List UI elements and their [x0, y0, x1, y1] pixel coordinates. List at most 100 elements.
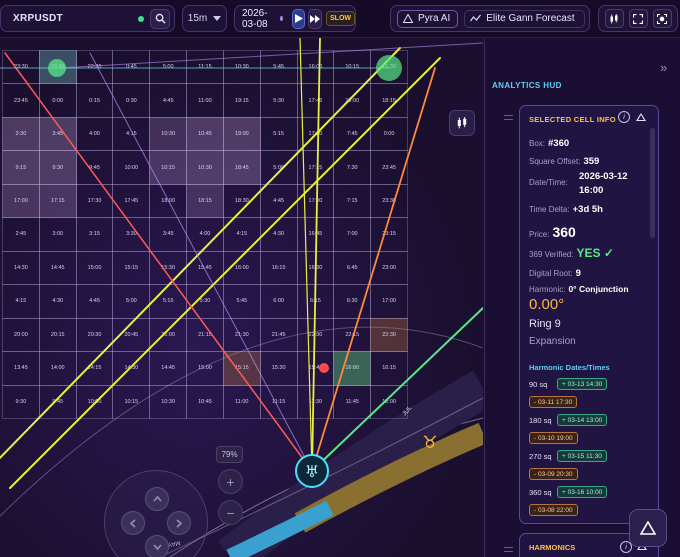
- ai-tools-group: Pyra AI Elite Gann Forecast: [390, 5, 590, 32]
- harmonics-title: HARMONICS: [529, 543, 576, 552]
- box-label: Box:: [529, 139, 546, 148]
- expand-icon: [633, 13, 643, 24]
- double-chevron-right-icon: »: [660, 60, 668, 75]
- harmonic-minus-chip[interactable]: - 03-10 19:00: [529, 432, 578, 444]
- play-button[interactable]: [291, 8, 306, 29]
- zoom-out-button[interactable]: −: [218, 500, 243, 525]
- pan-down-button[interactable]: [145, 535, 169, 557]
- harmonic-minus-chip[interactable]: - 03-08 22:00: [529, 504, 578, 516]
- info-icon[interactable]: i: [618, 111, 630, 123]
- chevron-up-icon: [152, 496, 162, 502]
- datetime-label: Date/Time:: [529, 178, 568, 187]
- harmonic-sq-label: 180 sq: [529, 416, 552, 425]
- pan-right-button[interactable]: [167, 511, 191, 535]
- pan-left-button[interactable]: [121, 511, 145, 535]
- timeframe-dropdown[interactable]: 15m: [182, 5, 227, 32]
- harmonic-plus-chip[interactable]: + 03-13 14:30: [557, 378, 608, 390]
- harmonic-dates-title: Harmonic Dates/Times: [529, 363, 610, 372]
- card-title: SELECTED CELL INFO: [529, 115, 616, 124]
- date-value[interactable]: 2026-03-08: [242, 8, 275, 30]
- chevron-right-icon: [176, 518, 182, 528]
- harmonic-sq-label: 90 sq: [529, 380, 548, 389]
- gann-line: [59, 42, 483, 69]
- candlestick-icon: [610, 13, 618, 23]
- gann-chart-canvas[interactable]: 23:3023:4522:300:455:0011:1510:305:4516:…: [0, 38, 483, 557]
- gann-line: [89, 52, 313, 472]
- harmonic-value: 0° Conjunction: [568, 284, 629, 294]
- harmonic-plus-chip[interactable]: + 03-14 13:00: [557, 414, 608, 426]
- month-label: JUL: [402, 405, 414, 418]
- date-control: 2026-03-08 SLOW: [234, 5, 356, 32]
- selected-cell-marker[interactable]: [319, 363, 329, 373]
- price-label: Price:: [529, 230, 550, 239]
- search-icon: [155, 13, 166, 24]
- collapse-panel-button[interactable]: »: [660, 60, 667, 75]
- minus-icon: −: [226, 504, 235, 521]
- pan-up-button[interactable]: [145, 487, 169, 511]
- focus-button[interactable]: [652, 9, 672, 28]
- datetime-time: 16:00: [579, 185, 604, 196]
- datetime-date: 2026-03-12: [579, 171, 628, 182]
- verified-label: 369 Verified:: [529, 250, 574, 259]
- datetime-value: 2026-03-12: [576, 171, 628, 182]
- box-value: #360: [548, 138, 570, 149]
- ring-value: Ring 9: [529, 318, 561, 330]
- verified-value: YES ✓: [576, 246, 614, 260]
- delta-value: +3d 5h: [572, 204, 603, 215]
- root-value: 9: [575, 268, 581, 279]
- harmonic-sq-label: 360 sq: [529, 488, 552, 497]
- pyramid-icon: [403, 14, 413, 23]
- analytics-hud-panel: » ANALYTICS HUD SELECTED CELL INFO i Box…: [484, 38, 680, 557]
- fullscreen-button[interactable]: [628, 9, 648, 28]
- verified-row: 369 Verified: YES ✓: [529, 246, 614, 260]
- drag-handle-icon[interactable]: [504, 547, 513, 552]
- zoom-in-button[interactable]: +: [218, 469, 243, 494]
- offset-value: 359: [583, 156, 600, 167]
- chart-candle-button[interactable]: [449, 110, 475, 136]
- fast-forward-button[interactable]: [308, 8, 323, 29]
- symbol-selector[interactable]: XRPUSDT: [0, 5, 175, 32]
- top-toolbar: XRPUSDT 15m 2026-03-08 SLOW Pyra AI Elit…: [0, 0, 680, 38]
- harmonic-plus-chip[interactable]: + 03-16 10:00: [557, 486, 608, 498]
- pyra-ai-button[interactable]: Pyra AI: [397, 9, 459, 28]
- box-row: Box: #360: [529, 138, 569, 149]
- price-row: Price: 360: [529, 224, 576, 240]
- plus-icon: +: [226, 473, 235, 490]
- pyramid-fab-button[interactable]: [629, 509, 667, 547]
- harmonic-minus-chip[interactable]: - 03-11 17:30: [529, 396, 578, 408]
- pyra-ai-label: Pyra AI: [418, 13, 451, 24]
- gann-line: [311, 38, 321, 472]
- focus-icon: [657, 13, 667, 24]
- offset-label: Square Offset:: [529, 157, 581, 166]
- search-button[interactable]: [150, 8, 170, 29]
- slow-speed-button[interactable]: SLOW: [326, 11, 356, 26]
- harmonic-minus-chip[interactable]: - 03-09 20:30: [529, 468, 578, 480]
- hud-title: ANALYTICS HUD: [492, 81, 562, 90]
- pyramid-icon[interactable]: [636, 113, 646, 121]
- uranus-symbol: ♅: [305, 462, 319, 481]
- pyramid-icon: [640, 521, 656, 535]
- harmonic-row: Harmonic: 0° Conjunction: [529, 284, 629, 294]
- pivot-marker[interactable]: [48, 59, 66, 77]
- card-scrollbar[interactable]: [650, 128, 655, 238]
- taurus-sign: ♉: [422, 433, 437, 453]
- phase-value: Expansion: [529, 336, 576, 347]
- play-icon: [294, 14, 303, 23]
- drag-handle-icon[interactable]: [504, 115, 513, 120]
- root-label: Digital Root:: [529, 269, 573, 278]
- date-dot: [279, 16, 283, 21]
- fast-forward-icon: [310, 14, 321, 23]
- symbol-text: XRPUSDT: [13, 13, 63, 24]
- price-value: 360: [552, 224, 576, 240]
- timeframe-value: 15m: [187, 13, 208, 24]
- gann-line: [299, 38, 313, 472]
- candle-toggle-button[interactable]: [604, 9, 624, 28]
- chevron-left-icon: [130, 518, 136, 528]
- root-row: Digital Root: 9: [529, 268, 581, 279]
- harmonic-plus-chip[interactable]: + 03-15 11:30: [557, 450, 607, 462]
- gann-forecast-button[interactable]: Elite Gann Forecast: [464, 9, 585, 28]
- gann-line: [0, 47, 401, 460]
- delta-label: Time Delta:: [529, 205, 570, 214]
- pivot-marker[interactable]: [376, 55, 402, 81]
- degree-value: 0.00°: [529, 296, 565, 313]
